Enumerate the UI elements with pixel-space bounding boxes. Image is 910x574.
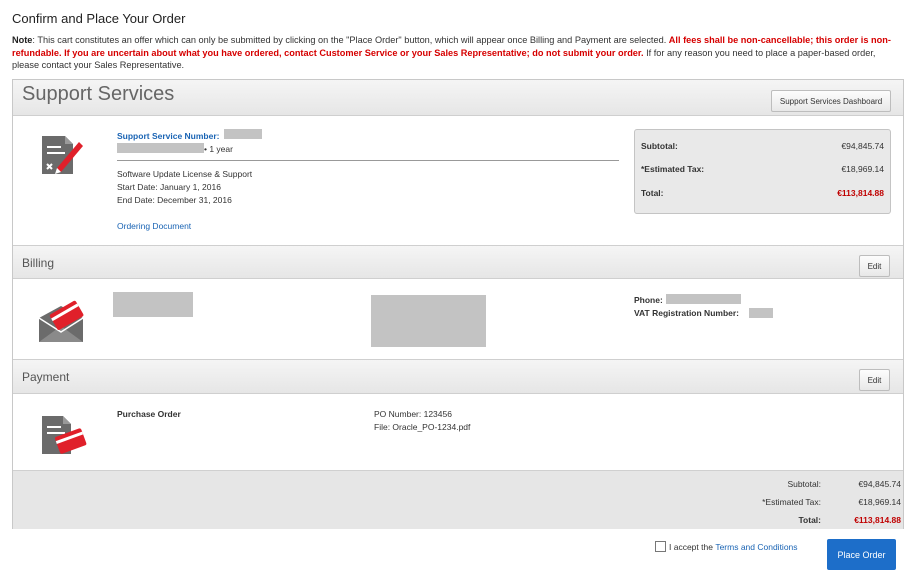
support-service-number-redacted: [224, 129, 262, 139]
summary-tax-value: €18,969.14: [841, 164, 884, 174]
billing-vat-redacted: [749, 308, 773, 318]
support-services-header: Support Services Support Services Dashbo…: [13, 80, 903, 116]
accept-terms-prefix: I accept the: [669, 541, 716, 552]
document-card-icon: [39, 412, 89, 463]
note-label: Note: [12, 35, 33, 45]
support-service-number-label: Support Service Number:: [117, 131, 220, 141]
billing-phone-label: Phone:: [634, 295, 663, 305]
totals-tax-value: €18,969.14: [858, 497, 901, 507]
summary-total-value: €113,814.88: [837, 188, 884, 198]
envelope-card-icon: [37, 296, 89, 351]
support-start-date: Start Date: January 1, 2016: [117, 182, 221, 192]
summary-tax-row: *Estimated Tax: €18,969.14: [641, 164, 884, 174]
order-totals: Subtotal: €94,845.74 *Estimated Tax: €18…: [13, 470, 903, 529]
billing-header: Billing Edit: [13, 245, 903, 279]
summary-subtotal-value: €94,845.74: [841, 141, 884, 151]
summary-tax-label: *Estimated Tax:: [641, 164, 705, 174]
accept-terms-checkbox[interactable]: [655, 541, 666, 552]
support-divider: [117, 160, 619, 161]
support-service-name-redacted: [117, 143, 204, 153]
support-end-date: End Date: December 31, 2016: [117, 195, 232, 205]
support-product: Software Update License & Support: [117, 169, 253, 179]
payment-header: Payment Edit: [13, 359, 903, 394]
support-term: • 1 year: [204, 144, 233, 154]
document-edit-icon: [39, 132, 87, 183]
summary-subtotal-row: Subtotal: €94,845.74: [641, 141, 884, 151]
page-title: Confirm and Place Your Order: [12, 11, 186, 26]
totals-tax-label: *Estimated Tax:: [762, 497, 821, 507]
support-services-title: Support Services: [22, 83, 175, 105]
billing-vat-label: VAT Registration Number:: [634, 308, 739, 318]
totals-subtotal-value: €94,845.74: [858, 479, 901, 489]
billing-edit-button[interactable]: Edit: [859, 255, 890, 277]
billing-address-redacted: [371, 295, 486, 347]
totals-total-value: €113,814.88: [854, 515, 901, 525]
order-note: Note: This cart constitutes an offer whi…: [12, 34, 900, 72]
billing-name-redacted: [113, 292, 193, 317]
payment-edit-button[interactable]: Edit: [859, 369, 890, 391]
payment-title: Payment: [22, 370, 70, 384]
support-summary-box: Subtotal: €94,845.74 *Estimated Tax: €18…: [634, 129, 891, 214]
summary-total-label: Total:: [641, 188, 664, 198]
place-order-button[interactable]: Place Order: [827, 539, 896, 570]
note-text-1: : This cart constitutes an offer which c…: [32, 35, 669, 45]
summary-total-row: Total: €113,814.88: [641, 188, 884, 198]
payment-method: Purchase Order: [117, 409, 181, 419]
payment-file: File: Oracle_PO-1234.pdf: [374, 422, 471, 432]
accept-terms: I accept the Terms and Conditions: [655, 541, 798, 552]
totals-subtotal-label: Subtotal:: [787, 479, 821, 489]
terms-and-conditions-link[interactable]: Terms and Conditions: [715, 542, 797, 552]
ordering-document-link[interactable]: Ordering Document: [117, 221, 191, 231]
support-services-dashboard-button[interactable]: Support Services Dashboard: [771, 90, 891, 112]
order-panel: Support Services Support Services Dashbo…: [12, 79, 904, 529]
summary-subtotal-label: Subtotal:: [641, 141, 678, 151]
totals-total-label: Total:: [798, 515, 821, 525]
billing-title: Billing: [22, 256, 55, 270]
billing-phone-redacted: [666, 294, 741, 304]
payment-po-number: PO Number: 123456: [374, 409, 452, 419]
